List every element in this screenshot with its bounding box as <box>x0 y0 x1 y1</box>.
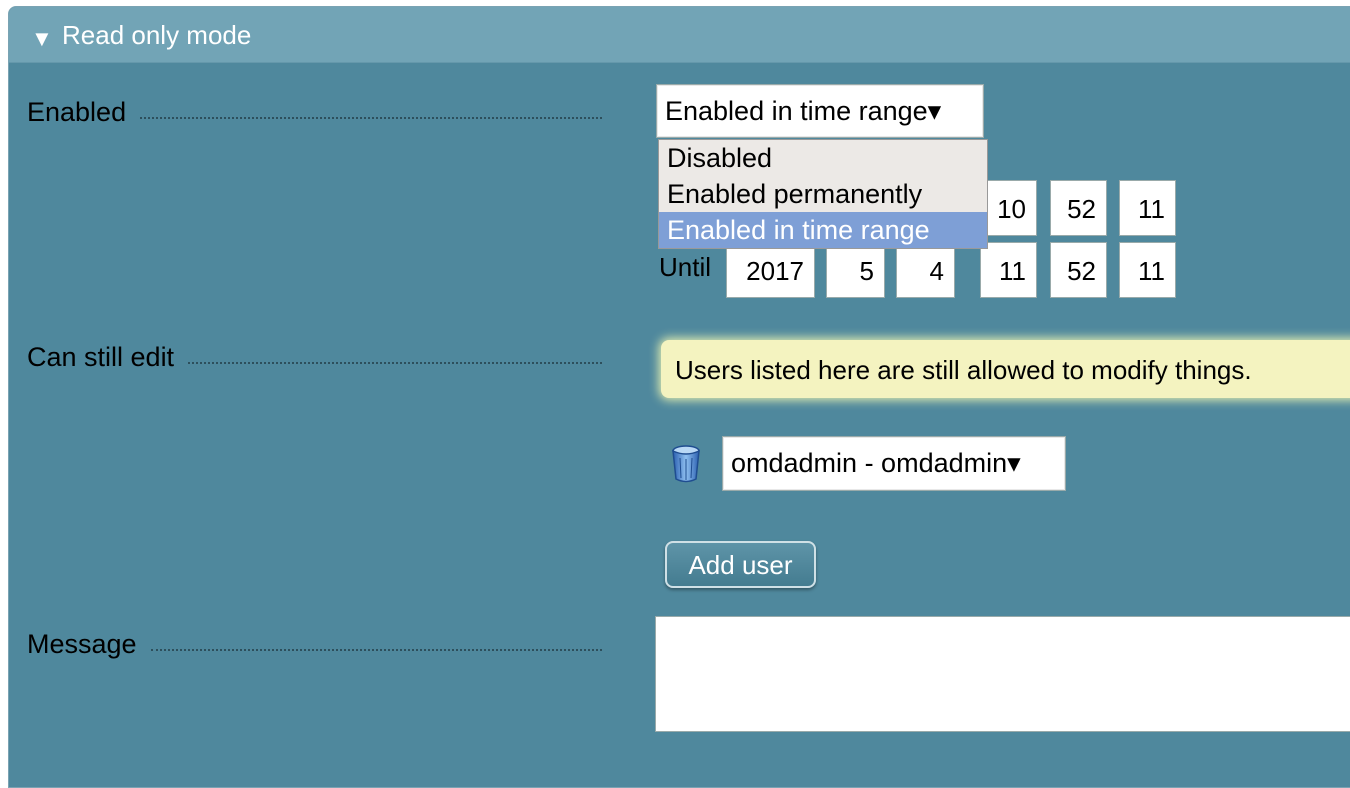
trash-icon[interactable] <box>668 444 704 484</box>
option-disabled[interactable]: Disabled <box>659 140 987 176</box>
enabled-select-value: Enabled in time range▾ <box>665 95 942 126</box>
until-day-input[interactable]: 4 <box>896 242 955 298</box>
until-label: Until <box>659 252 712 282</box>
until-year-input[interactable]: 2017 <box>726 242 815 298</box>
option-enabled-permanently[interactable]: Enabled permanently <box>659 176 987 212</box>
message-label: Message <box>27 629 137 659</box>
enabled-label-row: Enabled <box>27 97 602 128</box>
help-text: Users listed here are still allowed to m… <box>675 355 1252 385</box>
user-select[interactable]: omdadmin - omdadmin▾ <box>722 436 1066 491</box>
from-hour-input[interactable]: 10 <box>980 180 1037 236</box>
enabled-select[interactable]: Enabled in time range▾ <box>656 84 984 138</box>
option-enabled-in-time-range[interactable]: Enabled in time range <box>659 212 987 248</box>
help-text-box: Users listed here are still allowed to m… <box>661 340 1350 398</box>
enabled-dropdown-list: Disabled Enabled permanently Enabled in … <box>658 139 988 249</box>
section-header[interactable]: ▼ Read only mode <box>9 7 1350 63</box>
enabled-label: Enabled <box>27 97 127 127</box>
message-textarea[interactable] <box>655 616 1350 732</box>
dotted-leader <box>188 362 602 364</box>
until-second-input[interactable]: 11 <box>1119 242 1176 298</box>
until-hour-input[interactable]: 11 <box>980 242 1037 298</box>
until-minute-input[interactable]: 52 <box>1050 242 1107 298</box>
collapse-triangle-icon[interactable]: ▼ <box>31 26 53 52</box>
message-label-row: Message <box>27 629 602 660</box>
can-still-edit-label-row: Can still edit <box>27 342 602 373</box>
dotted-leader <box>150 649 602 651</box>
user-select-value: omdadmin - omdadmin▾ <box>731 448 1021 478</box>
add-user-button[interactable]: Add user <box>665 541 816 588</box>
section-title: Read only mode <box>62 20 252 50</box>
from-minute-input[interactable]: 52 <box>1050 180 1107 236</box>
until-month-input[interactable]: 5 <box>826 242 885 298</box>
dotted-leader <box>140 117 602 119</box>
from-second-input[interactable]: 11 <box>1119 180 1176 236</box>
can-still-edit-label: Can still edit <box>27 342 175 372</box>
